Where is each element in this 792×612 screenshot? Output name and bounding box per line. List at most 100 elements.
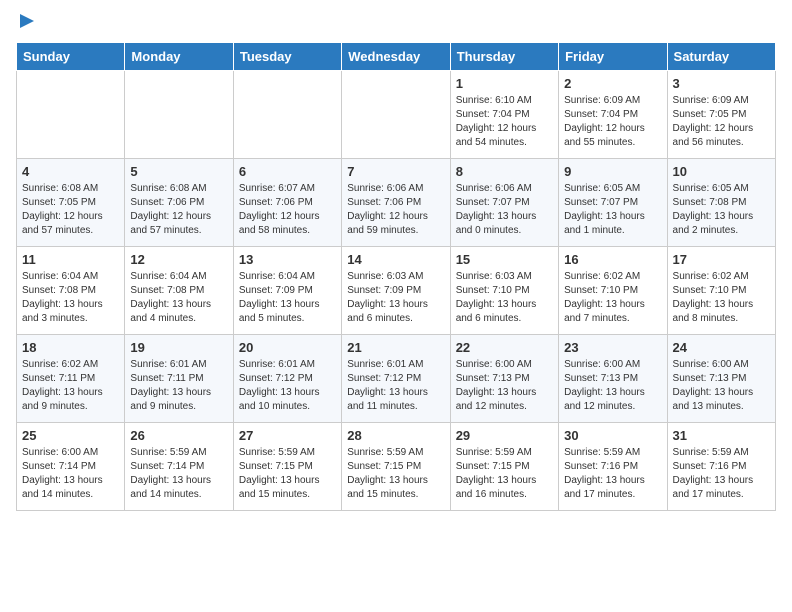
day-cell: 7Sunrise: 6:06 AM Sunset: 7:06 PM Daylig… xyxy=(342,159,450,247)
day-info: Sunrise: 6:05 AM Sunset: 7:08 PM Dayligh… xyxy=(673,182,770,238)
day-cell: 24 Sunrise: 6:00 AM Sunset: 7:13 PM Dayli… xyxy=(667,335,775,423)
day-info: Sunrise: 5:59 AM Sunset: 7:15 PM Dayligh… xyxy=(239,446,336,502)
day-number: 10 xyxy=(673,164,770,179)
day-cell: 9 Sunrise: 6:05 AM Sunset: 7:07 PM Daylig… xyxy=(559,159,667,247)
day-cell: 17 Sunrise: 6:02 AM Sunset: 7:10 PM Dayli… xyxy=(667,247,775,335)
day-info: Sunrise: 6:04 AM Sunset: 7:08 PM Dayligh… xyxy=(22,270,119,326)
day-number: 1 xyxy=(456,76,553,91)
day-number: 12 xyxy=(130,252,227,267)
calendar-table: SundayMondayTuesdayWednesdayThursdayFrid… xyxy=(16,42,776,511)
day-number: 23 xyxy=(564,340,661,355)
day-header-monday: Monday xyxy=(125,43,233,71)
day-info: Sunrise: 6:08 AM Sunset: 7:06 PM Dayligh… xyxy=(130,182,227,238)
day-cell: 13 Sunrise: 6:04 AM Sunset: 7:09 PM Dayli… xyxy=(233,247,341,335)
day-cell: 8 Sunrise: 6:06 AM Sunset: 7:07 PM Daylig… xyxy=(450,159,558,247)
day-cell: 29Sunrise: 5:59 AM Sunset: 7:15 PM Dayli… xyxy=(450,423,558,511)
day-number: 9 xyxy=(564,164,661,179)
week-row-3: 11 Sunrise: 6:04 AM Sunset: 7:08 PM Dayli… xyxy=(17,247,776,335)
day-info: Sunrise: 5:59 AM Sunset: 7:15 PM Dayligh… xyxy=(347,446,444,502)
day-cell: 4 Sunrise: 6:08 AM Sunset: 7:05 PM Daylig… xyxy=(17,159,125,247)
day-header-friday: Friday xyxy=(559,43,667,71)
day-info: Sunrise: 6:03 AM Sunset: 7:10 PM Dayligh… xyxy=(456,270,553,326)
week-row-2: 4 Sunrise: 6:08 AM Sunset: 7:05 PM Daylig… xyxy=(17,159,776,247)
day-info: Sunrise: 6:00 AM Sunset: 7:14 PM Dayligh… xyxy=(22,446,119,502)
day-info: Sunrise: 5:59 AM Sunset: 7:15 PM Dayligh… xyxy=(456,446,553,502)
day-cell: 22 Sunrise: 6:00 AM Sunset: 7:13 PM Dayli… xyxy=(450,335,558,423)
day-cell: 21Sunrise: 6:01 AM Sunset: 7:12 PM Dayli… xyxy=(342,335,450,423)
day-cell xyxy=(342,71,450,159)
day-cell: 1 Sunrise: 6:10 AM Sunset: 7:04 PM Daylig… xyxy=(450,71,558,159)
day-number: 16 xyxy=(564,252,661,267)
day-number: 22 xyxy=(456,340,553,355)
day-header-tuesday: Tuesday xyxy=(233,43,341,71)
day-info: Sunrise: 6:00 AM Sunset: 7:13 PM Dayligh… xyxy=(456,358,553,414)
day-number: 26 xyxy=(130,428,227,443)
day-header-thursday: Thursday xyxy=(450,43,558,71)
day-number: 28 xyxy=(347,428,444,443)
day-number: 13 xyxy=(239,252,336,267)
day-number: 5 xyxy=(130,164,227,179)
day-info: Sunrise: 6:05 AM Sunset: 7:07 PM Dayligh… xyxy=(564,182,661,238)
day-number: 30 xyxy=(564,428,661,443)
day-info: Sunrise: 6:08 AM Sunset: 7:05 PM Dayligh… xyxy=(22,182,119,238)
day-info: Sunrise: 6:00 AM Sunset: 7:13 PM Dayligh… xyxy=(673,358,770,414)
header-row: SundayMondayTuesdayWednesdayThursdayFrid… xyxy=(17,43,776,71)
day-info: Sunrise: 6:07 AM Sunset: 7:06 PM Dayligh… xyxy=(239,182,336,238)
day-info: Sunrise: 6:04 AM Sunset: 7:09 PM Dayligh… xyxy=(239,270,336,326)
week-row-1: 1 Sunrise: 6:10 AM Sunset: 7:04 PM Daylig… xyxy=(17,71,776,159)
day-cell: 11 Sunrise: 6:04 AM Sunset: 7:08 PM Dayli… xyxy=(17,247,125,335)
day-cell: 14 Sunrise: 6:03 AM Sunset: 7:09 PM Dayli… xyxy=(342,247,450,335)
day-cell: 27 Sunrise: 5:59 AM Sunset: 7:15 PM Dayli… xyxy=(233,423,341,511)
day-number: 2 xyxy=(564,76,661,91)
day-cell xyxy=(125,71,233,159)
day-number: 24 xyxy=(673,340,770,355)
day-cell: 20Sunrise: 6:01 AM Sunset: 7:12 PM Dayli… xyxy=(233,335,341,423)
day-number: 31 xyxy=(673,428,770,443)
day-cell: 31 Sunrise: 5:59 AM Sunset: 7:16 PM Dayli… xyxy=(667,423,775,511)
day-cell: 19 Sunrise: 6:01 AM Sunset: 7:11 PM Dayli… xyxy=(125,335,233,423)
day-number: 11 xyxy=(22,252,119,267)
day-info: Sunrise: 5:59 AM Sunset: 7:16 PM Dayligh… xyxy=(673,446,770,502)
day-info: Sunrise: 6:02 AM Sunset: 7:11 PM Dayligh… xyxy=(22,358,119,414)
day-info: Sunrise: 6:00 AM Sunset: 7:13 PM Dayligh… xyxy=(564,358,661,414)
day-cell: 6 Sunrise: 6:07 AM Sunset: 7:06 PM Daylig… xyxy=(233,159,341,247)
day-info: Sunrise: 5:59 AM Sunset: 7:16 PM Dayligh… xyxy=(564,446,661,502)
day-header-wednesday: Wednesday xyxy=(342,43,450,71)
day-number: 19 xyxy=(130,340,227,355)
day-info: Sunrise: 6:04 AM Sunset: 7:08 PM Dayligh… xyxy=(130,270,227,326)
day-info: Sunrise: 6:06 AM Sunset: 7:06 PM Dayligh… xyxy=(347,182,444,238)
day-info: Sunrise: 6:03 AM Sunset: 7:09 PM Dayligh… xyxy=(347,270,444,326)
day-info: Sunrise: 6:01 AM Sunset: 7:12 PM Dayligh… xyxy=(347,358,444,414)
day-cell xyxy=(17,71,125,159)
day-number: 20 xyxy=(239,340,336,355)
day-cell: 12 Sunrise: 6:04 AM Sunset: 7:08 PM Dayli… xyxy=(125,247,233,335)
day-info: Sunrise: 6:09 AM Sunset: 7:04 PM Dayligh… xyxy=(564,94,661,150)
day-number: 4 xyxy=(22,164,119,179)
day-number: 27 xyxy=(239,428,336,443)
day-number: 14 xyxy=(347,252,444,267)
day-cell: 30 Sunrise: 5:59 AM Sunset: 7:16 PM Dayli… xyxy=(559,423,667,511)
day-header-sunday: Sunday xyxy=(17,43,125,71)
logo-flag-icon xyxy=(18,12,36,30)
day-cell: 28 Sunrise: 5:59 AM Sunset: 7:15 PM Dayli… xyxy=(342,423,450,511)
day-number: 8 xyxy=(456,164,553,179)
day-number: 17 xyxy=(673,252,770,267)
logo xyxy=(16,16,36,30)
day-cell: 18 Sunrise: 6:02 AM Sunset: 7:11 PM Dayli… xyxy=(17,335,125,423)
header xyxy=(16,16,776,30)
day-cell: 23 Sunrise: 6:00 AM Sunset: 7:13 PM Dayli… xyxy=(559,335,667,423)
day-cell: 15 Sunrise: 6:03 AM Sunset: 7:10 PM Dayli… xyxy=(450,247,558,335)
day-info: Sunrise: 6:06 AM Sunset: 7:07 PM Dayligh… xyxy=(456,182,553,238)
day-number: 25 xyxy=(22,428,119,443)
day-header-saturday: Saturday xyxy=(667,43,775,71)
day-number: 15 xyxy=(456,252,553,267)
day-number: 6 xyxy=(239,164,336,179)
day-info: Sunrise: 6:01 AM Sunset: 7:11 PM Dayligh… xyxy=(130,358,227,414)
day-info: Sunrise: 6:10 AM Sunset: 7:04 PM Dayligh… xyxy=(456,94,553,150)
day-number: 18 xyxy=(22,340,119,355)
day-info: Sunrise: 6:02 AM Sunset: 7:10 PM Dayligh… xyxy=(673,270,770,326)
day-cell: 2 Sunrise: 6:09 AM Sunset: 7:04 PM Daylig… xyxy=(559,71,667,159)
day-cell xyxy=(233,71,341,159)
day-info: Sunrise: 6:02 AM Sunset: 7:10 PM Dayligh… xyxy=(564,270,661,326)
day-cell: 25 Sunrise: 6:00 AM Sunset: 7:14 PM Dayli… xyxy=(17,423,125,511)
